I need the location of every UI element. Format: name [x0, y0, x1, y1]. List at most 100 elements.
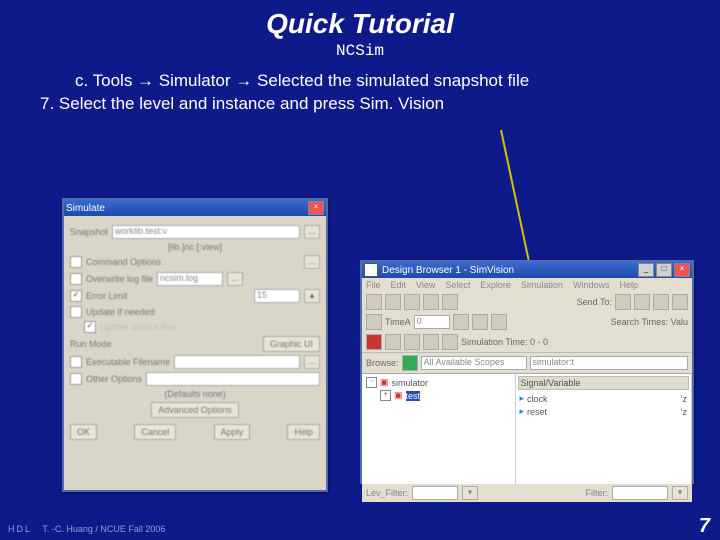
- menu-simulation[interactable]: Simulation: [521, 280, 563, 290]
- update-src-checkbox[interactable]: ✓: [84, 321, 96, 333]
- cmd-opt-label: Command Options: [86, 257, 161, 267]
- menu-edit[interactable]: Edit: [391, 280, 407, 290]
- menu-windows[interactable]: Windows: [573, 280, 610, 290]
- ok-button[interactable]: OK: [70, 424, 97, 440]
- tool-icon[interactable]: [366, 294, 382, 310]
- exec-input[interactable]: [174, 355, 300, 369]
- minimize-icon[interactable]: _: [638, 263, 654, 277]
- errlimit-checkbox[interactable]: ✓: [70, 290, 82, 302]
- update-checkbox[interactable]: [70, 306, 82, 318]
- tool-icon[interactable]: [453, 314, 469, 330]
- path-input[interactable]: simulator:t: [530, 356, 688, 370]
- tool-icon[interactable]: [491, 314, 507, 330]
- tool-icon[interactable]: [366, 314, 382, 330]
- menu-view[interactable]: View: [416, 280, 435, 290]
- snapshot-label: Snapshot: [70, 227, 108, 237]
- step-7: 7. Select the level and instance and pre…: [40, 93, 690, 116]
- errlimit-label: Error Limit: [86, 291, 128, 301]
- other-checkbox[interactable]: [70, 373, 82, 385]
- browse-button[interactable]: ...: [304, 225, 320, 239]
- levfilter-input[interactable]: [412, 486, 458, 500]
- collapse-icon[interactable]: -: [366, 377, 377, 388]
- snapshot-input[interactable]: worklib.test:v: [112, 225, 300, 239]
- hint-text: [lib.]nc [:view]: [168, 242, 222, 252]
- tool-icon[interactable]: [442, 294, 458, 310]
- cmd-opt-checkbox[interactable]: [70, 256, 82, 268]
- dialog-title: Simulate: [66, 203, 105, 214]
- runmode-select[interactable]: Graphic UI: [263, 336, 320, 352]
- other-label: Other Options: [86, 374, 142, 384]
- menu-select[interactable]: Select: [445, 280, 470, 290]
- levfilter-button[interactable]: ▾: [462, 486, 478, 500]
- slide-title: Quick Tutorial: [0, 0, 720, 40]
- log-browse-button[interactable]: ...: [227, 272, 243, 286]
- exec-checkbox[interactable]: [70, 356, 82, 368]
- close-icon[interactable]: ×: [674, 263, 690, 277]
- play-icon[interactable]: [385, 334, 401, 350]
- sendto-icon[interactable]: [634, 294, 650, 310]
- sendto-icon[interactable]: [672, 294, 688, 310]
- advanced-button[interactable]: Advanced Options: [151, 402, 239, 418]
- cmd-opt-button[interactable]: ...: [304, 255, 320, 269]
- tool-icon[interactable]: [442, 334, 458, 350]
- toolbar-3: Simulation Time: 0 - 0: [362, 332, 692, 352]
- filter-button[interactable]: ▾: [672, 486, 688, 500]
- cancel-button[interactable]: Cancel: [134, 424, 176, 440]
- filter-input[interactable]: [612, 486, 668, 500]
- simtime-label: Simulation Time: 0 - 0: [461, 337, 548, 347]
- scope-icon[interactable]: [402, 355, 418, 371]
- bottom-bar: Lev_Filter: ▾ Filter: ▾: [362, 484, 692, 502]
- dialog-titlebar: Simulate ×: [64, 200, 326, 216]
- simulate-dialog: Simulate × Snapshot worklib.test:v... [li…: [62, 198, 328, 492]
- slide-body: c. Tools → Simulator → Selected the simu…: [0, 60, 720, 116]
- exec-label: Executable Filename: [86, 357, 170, 367]
- sendto-icon[interactable]: [615, 294, 631, 310]
- toolbar-2: TimeA 0 Search Times: Valu: [362, 312, 692, 332]
- tree-root[interactable]: -▣simulator: [364, 376, 513, 389]
- design-browser-window: Design Browser 1 - SimVision _ □ × File …: [360, 260, 694, 484]
- record-icon[interactable]: [366, 334, 382, 350]
- tool-icon[interactable]: [385, 294, 401, 310]
- time-label: TimeA: [385, 317, 411, 327]
- tree-selected: test: [406, 391, 421, 401]
- tool-icon[interactable]: [472, 314, 488, 330]
- exec-browse-button[interactable]: ...: [304, 355, 320, 369]
- stop-icon[interactable]: [404, 334, 420, 350]
- scope-bar: Browse: All Available Scopes simulator:t: [362, 352, 692, 373]
- signal-pane: Signal/Variable ▸clock'z ▸reset'z: [516, 374, 693, 484]
- help-button[interactable]: Help: [287, 424, 320, 440]
- runmode-label: Run Mode: [70, 339, 112, 349]
- spinner-icon[interactable]: ▴: [304, 289, 320, 303]
- signal-row[interactable]: ▸clock'z: [518, 392, 690, 405]
- apply-button[interactable]: Apply: [214, 424, 251, 440]
- search-label: Search Times: Valu: [611, 317, 688, 327]
- menubar: File Edit View Select Explore Simulation…: [362, 278, 692, 292]
- defaults-text: (Defaults none): [164, 389, 226, 399]
- expand-icon[interactable]: +: [380, 390, 391, 401]
- footer: HDL T. -C. Huang / NCUE Fall 2006: [8, 524, 165, 534]
- window-title: Design Browser 1 - SimVision: [382, 265, 514, 276]
- filter-label: Filter:: [586, 488, 609, 498]
- sendto-icon[interactable]: [653, 294, 669, 310]
- tool-icon[interactable]: [404, 294, 420, 310]
- log-input[interactable]: ncsim.log: [157, 272, 223, 286]
- tool-icon[interactable]: [423, 334, 439, 350]
- footer-text: T. -C. Huang / NCUE Fall 2006: [42, 524, 165, 534]
- browse-label: Browse:: [366, 358, 399, 368]
- tree-item[interactable]: +▣test: [378, 389, 513, 402]
- time-input[interactable]: 0: [414, 315, 450, 329]
- overwrite-checkbox[interactable]: [70, 273, 82, 285]
- menu-help[interactable]: Help: [619, 280, 638, 290]
- signal-header: Signal/Variable: [518, 376, 690, 390]
- menu-file[interactable]: File: [366, 280, 381, 290]
- signal-row[interactable]: ▸reset'z: [518, 405, 690, 418]
- tool-icon[interactable]: [423, 294, 439, 310]
- menu-explore[interactable]: Explore: [480, 280, 511, 290]
- other-input[interactable]: [146, 372, 320, 386]
- scope-select[interactable]: All Available Scopes: [421, 356, 527, 370]
- close-icon[interactable]: ×: [308, 201, 324, 215]
- errlimit-input[interactable]: 15: [254, 289, 300, 303]
- maximize-icon[interactable]: □: [656, 263, 672, 277]
- update-label: Update if needed: [86, 307, 155, 317]
- sendto-label: Send To:: [577, 297, 612, 307]
